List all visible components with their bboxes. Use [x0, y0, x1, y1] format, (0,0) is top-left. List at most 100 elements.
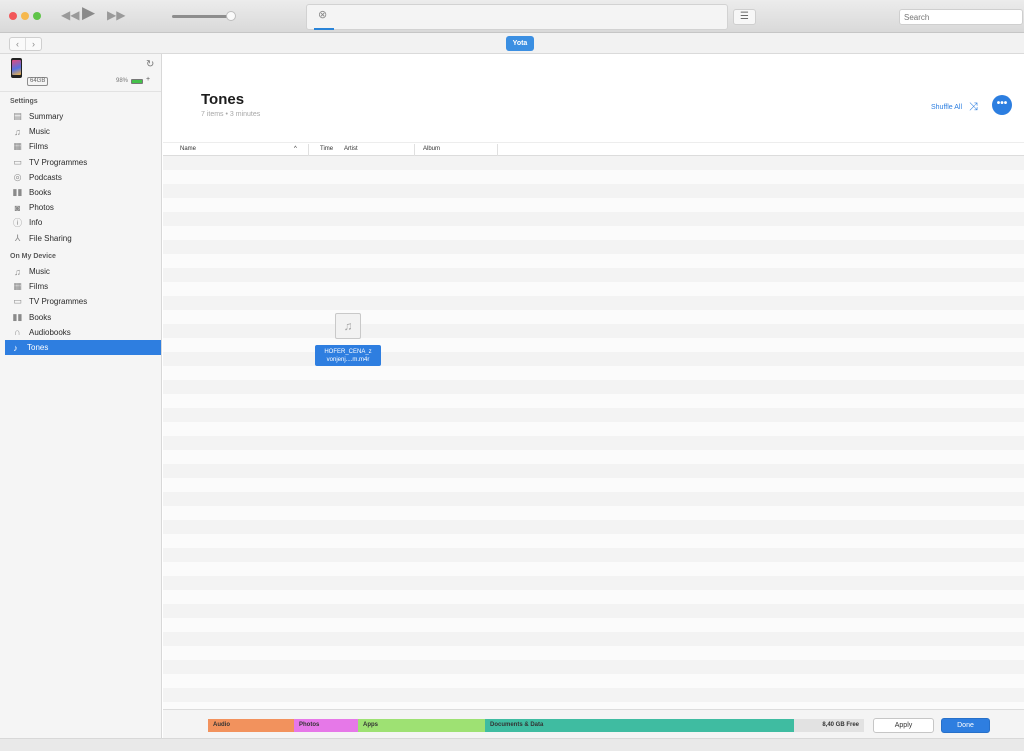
- storage-free: 8,40 GB Free: [794, 719, 864, 732]
- navigation-bar: ‹ › Yota: [0, 33, 1024, 54]
- sidebar-item-label: Films: [29, 142, 49, 152]
- sidebar-item-label: TV Programmes: [29, 297, 88, 307]
- storage-documents: Documents & Data: [485, 719, 794, 732]
- sidebar-item-books[interactable]: ▮▮ Books: [7, 310, 161, 325]
- sidebar-item-music[interactable]: ♫ Music: [7, 124, 161, 139]
- nav-arrows: ‹ ›: [9, 37, 42, 51]
- progress-indicator: [314, 28, 334, 30]
- settings-section-title: Settings: [10, 98, 38, 105]
- sidebar-item-films[interactable]: ▦ Films: [7, 139, 161, 154]
- sidebar-item-label: Music: [29, 127, 50, 137]
- sidebar-item-tv-programmes[interactable]: ▭ TV Programmes: [7, 155, 161, 170]
- sidebar-item-films[interactable]: ▦ Films: [7, 279, 161, 294]
- fast-forward-icon[interactable]: ▶▶: [107, 6, 125, 24]
- sidebar-item-label: Books: [29, 312, 52, 322]
- volume-slider-knob[interactable]: [226, 11, 236, 21]
- back-button[interactable]: ‹: [10, 38, 26, 50]
- sidebar-item-photos[interactable]: ◙ Photos: [7, 200, 161, 215]
- battery-percentage: 98%: [116, 78, 129, 84]
- page-title: Tones: [201, 91, 245, 108]
- sidebar-item-label: File Sharing: [29, 233, 72, 243]
- sidebar-item-audiobooks[interactable]: ∩ Audiobooks: [7, 325, 161, 340]
- more-options-button[interactable]: •••: [992, 95, 1012, 115]
- column-album[interactable]: Album: [423, 146, 440, 152]
- play-icon[interactable]: ▶: [82, 4, 95, 22]
- info-icon: ⓘ: [12, 218, 22, 229]
- battery-icon: [131, 79, 143, 84]
- bell-icon: ♪: [13, 342, 18, 353]
- device-button[interactable]: Yota: [506, 36, 534, 51]
- volume-slider[interactable]: [172, 15, 230, 18]
- list-view-button[interactable]: ☰: [733, 9, 756, 25]
- sidebar-item-tv-programmes[interactable]: ▭ TV Programmes: [7, 294, 161, 309]
- done-button[interactable]: Done: [941, 718, 990, 733]
- books-icon: ▮▮: [12, 187, 23, 197]
- window-bottom-strip: [0, 738, 1024, 751]
- music-note-icon: ♫: [14, 126, 21, 137]
- sidebar-item-label: Tones: [27, 343, 49, 352]
- sidebar-item-label: Music: [29, 267, 50, 276]
- window-toolbar: ◀◀ ▶ ▶▶ ⊗ ☰: [0, 0, 1024, 33]
- zoom-window-button[interactable]: [33, 12, 41, 20]
- sidebar-item-label: Summary: [29, 112, 64, 121]
- sidebar: 64GB ↻ 98% + Settings ▤ Summary ♫ Music ▦ Fil…: [0, 54, 162, 751]
- storage-meter[interactable]: Audio Photos Apps Documents & Data 8,40 …: [208, 719, 864, 732]
- minimize-window-button[interactable]: [21, 12, 29, 20]
- sidebar-item-label: Info: [29, 218, 43, 228]
- sidebar-item-label: Films: [29, 282, 49, 292]
- close-window-button[interactable]: [9, 12, 17, 20]
- storage-photos: Photos: [294, 719, 358, 732]
- shuffle-all-button[interactable]: Shuffle All: [931, 104, 962, 111]
- sidebar-item-books[interactable]: ▮▮ Books: [7, 185, 161, 200]
- storage-bar: Audio Photos Apps Documents & Data 8,40 …: [163, 709, 1024, 738]
- content-header: Tones 7 items • 3 minutes Shuffle All ⤨ …: [163, 54, 1024, 142]
- music-file-icon[interactable]: ♫: [335, 313, 361, 339]
- music-note-icon: ♫: [14, 266, 21, 277]
- sidebar-item-file-sharing[interactable]: ⅄ File Sharing: [7, 231, 161, 246]
- summary-icon: ▤: [13, 111, 22, 121]
- sidebar-item-info[interactable]: ⓘ Info: [7, 215, 161, 230]
- podcast-icon: ◎: [13, 171, 22, 182]
- tones-list[interactable]: [163, 156, 1024, 709]
- now-playing-display: ⊗: [306, 4, 728, 30]
- charging-icon: +: [146, 76, 151, 83]
- headphones-icon: ∩: [14, 327, 21, 338]
- sidebar-item-tones[interactable]: ♪ Tones: [5, 340, 161, 355]
- sort-chevron-icon[interactable]: ^: [294, 146, 297, 152]
- list-icon: ☰: [740, 11, 749, 22]
- camera-icon: ◙: [14, 202, 21, 213]
- storage-audio: Audio: [208, 719, 294, 732]
- tv-icon: ▭: [13, 156, 22, 167]
- shuffle-icon[interactable]: ⤨: [969, 101, 978, 114]
- main-content: Tones 7 items • 3 minutes Shuffle All ⤨ …: [163, 54, 1024, 709]
- file-sharing-icon: ⅄: [14, 232, 21, 243]
- column-name[interactable]: Name: [180, 146, 196, 152]
- apply-button[interactable]: Apply: [873, 718, 934, 733]
- sidebar-item-label: Audiobooks: [29, 327, 71, 337]
- books-icon: ▮▮: [12, 311, 23, 322]
- film-icon: ▦: [13, 281, 22, 292]
- rewind-icon[interactable]: ◀◀: [61, 6, 79, 24]
- dragged-file-label[interactable]: HOFER_CENA_z vonjenj....m.m4r: [315, 345, 381, 366]
- table-header: Name ^ Time Artist Album: [163, 142, 1024, 156]
- tv-icon: ▭: [13, 296, 22, 307]
- column-time[interactable]: Time: [320, 146, 333, 152]
- phone-icon: [11, 58, 22, 78]
- page-subtitle: 7 items • 3 minutes: [201, 111, 261, 118]
- ellipsis-icon: •••: [996, 98, 1008, 109]
- close-circle-icon[interactable]: ⊗: [318, 8, 327, 21]
- storage-apps: Apps: [358, 719, 485, 732]
- column-artist[interactable]: Artist: [344, 146, 358, 152]
- sidebar-item-summary[interactable]: ▤ Summary: [7, 109, 161, 124]
- sidebar-item-label: Podcasts: [29, 172, 62, 182]
- sidebar-item-music[interactable]: ♫ Music: [7, 264, 161, 279]
- sync-icon[interactable]: ↻: [146, 59, 154, 70]
- sidebar-item-podcasts[interactable]: ◎ Podcasts: [7, 170, 161, 185]
- device-capacity: 64GB: [27, 77, 49, 86]
- on-my-device-section-title: On My Device: [10, 253, 56, 260]
- search-input[interactable]: [899, 9, 1023, 25]
- forward-button[interactable]: ›: [26, 38, 41, 50]
- device-header[interactable]: 64GB ↻ 98% +: [0, 54, 161, 92]
- film-icon: ▦: [13, 141, 22, 152]
- sidebar-item-label: Photos: [29, 203, 54, 213]
